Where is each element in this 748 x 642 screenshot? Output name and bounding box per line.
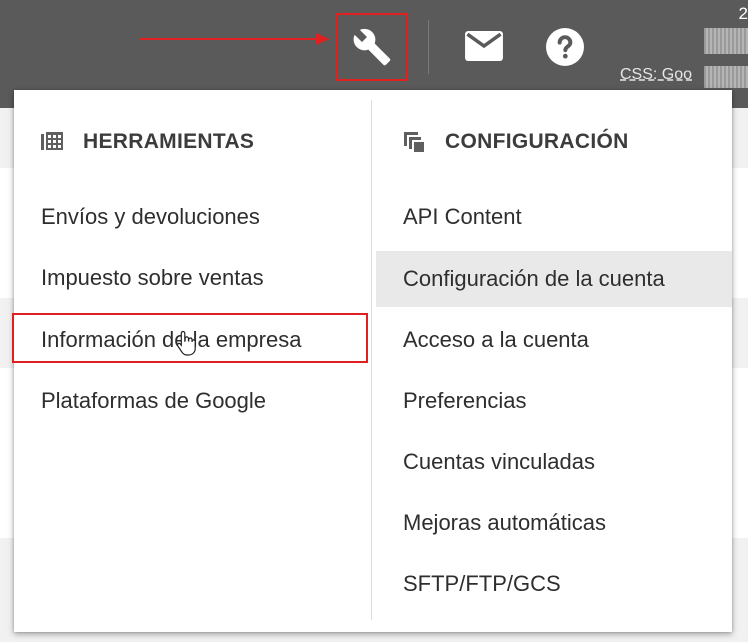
menu-item-sftp-ftp-gcs[interactable]: SFTP/FTP/GCS [376, 556, 732, 612]
help-icon [546, 28, 584, 66]
menu-item-cuentas-vinculadas[interactable]: Cuentas vinculadas [376, 434, 732, 490]
tools-section-header: HERRAMIENTAS [41, 130, 254, 154]
menu-item-acceso-cuenta[interactable]: Acceso a la cuenta [376, 312, 732, 368]
mail-icon [465, 31, 503, 61]
column-divider [371, 100, 372, 620]
tools-button[interactable] [336, 13, 408, 81]
menu-item-label: Plataformas de Google [41, 388, 267, 413]
menu-item-label: Impuesto sobre ventas [41, 265, 264, 290]
menu-item-plataformas-google[interactable]: Plataformas de Google [14, 373, 370, 429]
menu-item-label: Información de la empresa [41, 327, 302, 352]
redacted-block [704, 66, 748, 88]
menu-item-label: Mejoras automáticas [403, 510, 606, 535]
wrench-icon [353, 28, 391, 66]
menu-item-label: Configuración de la cuenta [403, 266, 665, 291]
tools-dropdown-menu: HERRAMIENTAS Envíos y devoluciones Impue… [14, 90, 732, 632]
grid-table-icon [41, 131, 63, 153]
account-number: 2 [738, 4, 748, 23]
menu-item-label: Cuentas vinculadas [403, 449, 596, 474]
menu-item-label: Envíos y devoluciones [41, 204, 260, 229]
menu-item-label: API Content [403, 204, 522, 229]
help-button[interactable] [546, 28, 584, 66]
menu-item-api-content[interactable]: API Content [376, 189, 732, 245]
tools-section-title: HERRAMIENTAS [83, 130, 255, 153]
menu-item-preferencias[interactable]: Preferencias [376, 373, 732, 429]
menu-item-mejoras-automaticas[interactable]: Mejoras automáticas [376, 495, 732, 551]
toolbar-divider [428, 20, 429, 74]
menu-item-impuesto-ventas[interactable]: Impuesto sobre ventas [14, 250, 370, 306]
css-account-label[interactable]: CSS: Goo [620, 66, 692, 84]
settings-section-header: CONFIGURACIÓN [403, 130, 629, 154]
menu-item-label: Preferencias [403, 388, 527, 413]
menu-item-configuracion-cuenta[interactable]: Configuración de la cuenta [376, 251, 732, 307]
menu-item-label: Acceso a la cuenta [403, 327, 589, 352]
stacked-squares-icon [403, 131, 425, 153]
menu-item-envios-devoluciones[interactable]: Envíos y devoluciones [14, 189, 370, 245]
redacted-block [704, 28, 748, 54]
settings-section-title: CONFIGURACIÓN [445, 130, 629, 153]
menu-item-label: SFTP/FTP/GCS [403, 571, 561, 596]
hand-cursor-icon [176, 330, 196, 356]
annotation-arrow [140, 33, 330, 45]
mail-button[interactable] [464, 30, 504, 62]
